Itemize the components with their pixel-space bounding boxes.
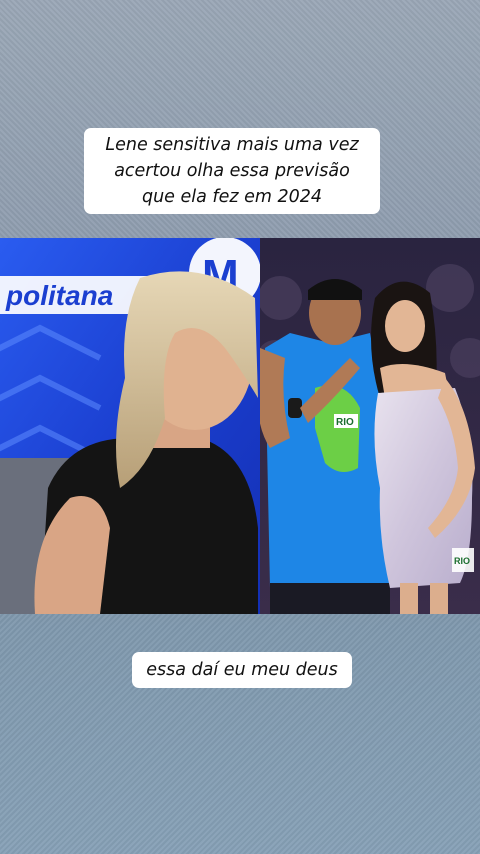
woman2-leg-left xyxy=(400,583,418,614)
bottom-background xyxy=(0,614,480,854)
video-split-frame[interactable]: politana M RIO RIO xyxy=(0,238,480,614)
top-caption: Lene sensitiva mais uma vez acertou olha… xyxy=(84,128,380,214)
man-shorts xyxy=(270,583,390,614)
studio-logo-text: politana xyxy=(5,280,113,311)
shirt-badge-text: RIO xyxy=(336,417,354,428)
left-video-panel: politana M xyxy=(0,238,260,614)
top-caption-line-3: que ela fez em 2024 xyxy=(141,187,323,207)
top-caption-line-1: Lene sensitiva mais uma vez xyxy=(105,135,359,155)
studio-scene: politana M xyxy=(0,238,260,614)
dress-badge-text: RIO xyxy=(454,556,470,566)
woman2-leg-right xyxy=(430,583,448,614)
top-caption-line-2: acertou olha essa previsão xyxy=(114,161,350,181)
right-photo-panel: RIO RIO xyxy=(260,238,480,614)
woman2-face xyxy=(385,300,425,352)
watch xyxy=(288,398,302,418)
bottom-caption: essa daí eu meu deus xyxy=(132,652,352,688)
couple-scene: RIO RIO xyxy=(260,238,480,614)
